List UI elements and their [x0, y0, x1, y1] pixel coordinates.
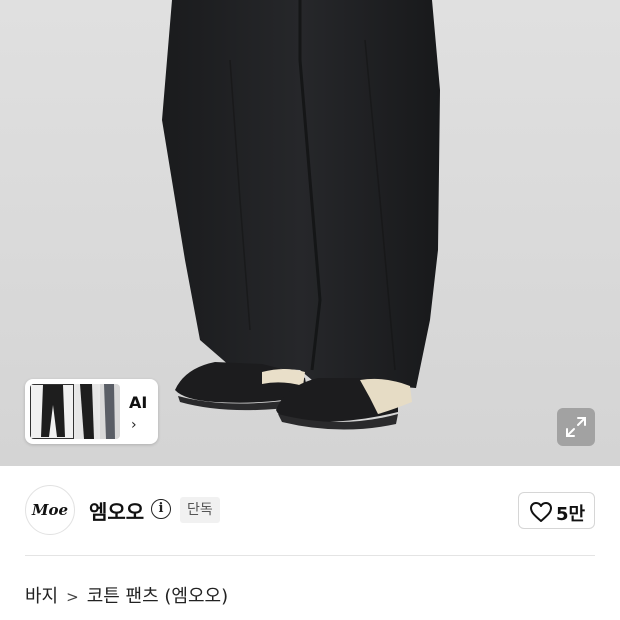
heart-outline-icon — [530, 502, 552, 522]
ai-label: AI — [129, 393, 148, 412]
brand-name[interactable]: 엠오오 — [89, 496, 144, 525]
chevron-right-icon: > — [66, 588, 79, 606]
thumbnail-image — [100, 384, 120, 439]
thumbnail-image — [76, 384, 98, 439]
thumbnail-image — [30, 384, 74, 439]
expand-icon — [566, 417, 586, 437]
like-count: 5만 — [556, 504, 586, 525]
chevron-right-icon: › — [131, 417, 137, 433]
ai-styling-card[interactable]: AI › — [25, 379, 158, 444]
thumbnail-strip — [30, 384, 120, 439]
product-image[interactable]: AI › — [0, 0, 620, 466]
breadcrumb-product: 코튼 팬츠 (엠오오) — [86, 586, 229, 607]
like-button[interactable]: 5만 — [518, 492, 595, 529]
breadcrumb-category[interactable]: 바지 — [25, 582, 58, 608]
divider — [25, 555, 595, 556]
info-icon[interactable]: i — [151, 499, 171, 519]
brand-logo-text: Moe — [31, 501, 69, 519]
breadcrumb: 바지 > 코튼 팬츠 (엠오오) — [25, 582, 228, 608]
exclusive-badge: 단독 — [180, 497, 220, 523]
brand-logo[interactable]: Moe — [25, 485, 75, 535]
expand-button[interactable] — [557, 408, 595, 446]
